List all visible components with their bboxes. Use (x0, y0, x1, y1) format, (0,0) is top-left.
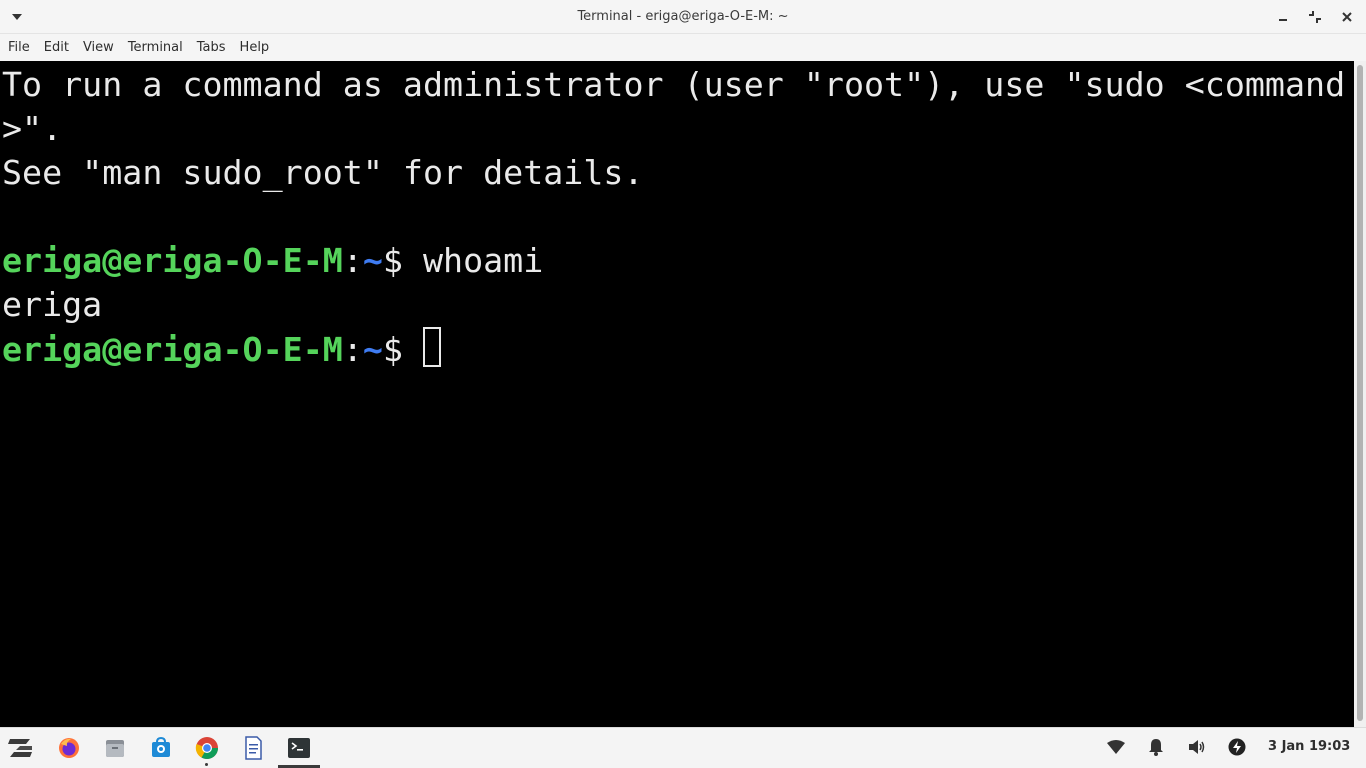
volume-icon[interactable] (1186, 736, 1208, 758)
files-icon[interactable] (101, 734, 129, 762)
prompt-symbol: $ (382, 241, 423, 280)
menu-file[interactable]: File (0, 40, 36, 55)
window-menu-icon[interactable] (8, 9, 26, 25)
command-output: eriga (2, 285, 103, 324)
prompt-symbol: $ (382, 330, 423, 369)
menubar: File Edit View Terminal Tabs Help (0, 34, 1366, 61)
text-cursor[interactable] (422, 327, 441, 367)
menu-view[interactable]: View (75, 40, 120, 55)
taskbar: 3 Jan 19:03 (0, 727, 1366, 768)
scrollbar-thumb[interactable] (1357, 65, 1363, 721)
chrome-icon[interactable] (193, 734, 221, 762)
window-titlebar: Terminal - eriga@eriga-O-E-M: ~ (0, 0, 1366, 34)
terminal-line: See "man sudo_root" for details. (2, 153, 644, 192)
firefox-icon[interactable] (55, 734, 83, 762)
running-indicator (205, 763, 208, 766)
prompt-user-host: eriga@eriga-O-E-M (2, 241, 343, 280)
terminal-line: To run a command as administrator (user … (2, 65, 1346, 104)
prompt-line-active: eriga@eriga-O-E-M:~$ (0, 327, 1354, 371)
terminal-output[interactable]: To run a command as administrator (user … (0, 61, 1354, 727)
command-text: whoami (422, 241, 544, 280)
notification-bell-icon[interactable] (1145, 736, 1167, 758)
menu-tabs[interactable]: Tabs (189, 40, 232, 55)
clock[interactable]: 3 Jan 19:03 (1268, 739, 1350, 754)
prompt-path: ~ (362, 241, 383, 280)
window-title: Terminal - eriga@eriga-O-E-M: ~ (577, 9, 789, 24)
maximize-icon[interactable] (1304, 6, 1326, 28)
document-icon[interactable] (239, 734, 267, 762)
software-store-icon[interactable] (147, 734, 175, 762)
zorin-logo-icon[interactable] (6, 734, 34, 762)
menu-edit[interactable]: Edit (36, 40, 75, 55)
prompt-colon: : (342, 241, 363, 280)
close-icon[interactable] (1336, 6, 1358, 28)
terminal-scrollbar[interactable] (1354, 61, 1366, 727)
menu-terminal[interactable]: Terminal (120, 40, 189, 55)
minimize-icon[interactable] (1272, 6, 1294, 28)
menu-help[interactable]: Help (232, 40, 276, 55)
power-icon[interactable] (1226, 736, 1248, 758)
terminal-icon[interactable] (285, 734, 313, 762)
prompt-line: eriga@eriga-O-E-M:~$ whoami (0, 239, 1354, 283)
terminal-line: >". (2, 109, 63, 148)
prompt-user-host: eriga@eriga-O-E-M (2, 330, 343, 369)
prompt-path: ~ (362, 330, 383, 369)
wifi-icon[interactable] (1105, 736, 1127, 758)
prompt-colon: : (342, 330, 363, 369)
